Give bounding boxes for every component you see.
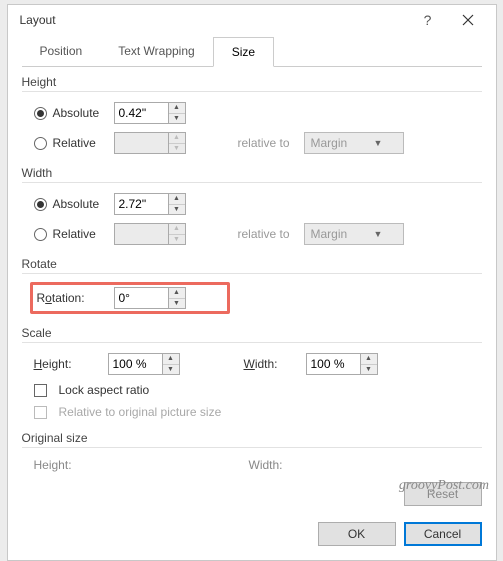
scale-group-title: Scale <box>22 326 482 343</box>
scale-height-label: Height: <box>34 357 102 371</box>
original-size-title: Original size <box>22 431 482 448</box>
rotation-input[interactable] <box>114 287 168 309</box>
chevron-down-icon: ▼ <box>169 144 185 154</box>
titlebar: Layout ? <box>8 5 496 35</box>
height-absolute-spinner[interactable]: ▲▼ <box>114 102 186 124</box>
tab-position[interactable]: Position <box>22 37 101 66</box>
chevron-up-icon: ▲ <box>169 224 185 235</box>
chevron-down-icon: ▼ <box>354 229 403 239</box>
width-group: Width Absolute ▲▼ Relative ▲▼ relative t… <box>22 166 482 251</box>
width-absolute-input[interactable] <box>114 193 168 215</box>
original-width-label: Width: <box>249 458 283 472</box>
rotation-spinner[interactable]: ▲▼ <box>114 287 186 309</box>
chevron-up-icon[interactable]: ▲ <box>169 288 185 299</box>
chevron-up-icon[interactable]: ▲ <box>169 103 185 114</box>
chevron-down-icon[interactable]: ▼ <box>169 114 185 124</box>
height-absolute-input[interactable] <box>114 102 168 124</box>
chevron-up-icon[interactable]: ▲ <box>169 194 185 205</box>
spinner-buttons[interactable]: ▲▼ <box>162 353 180 375</box>
lock-aspect-label: Lock aspect ratio <box>59 383 150 397</box>
dialog-footer: OK Cancel <box>22 512 482 546</box>
width-absolute-radio[interactable] <box>34 198 47 211</box>
spinner-buttons[interactable]: ▲▼ <box>168 102 186 124</box>
height-group-title: Height <box>22 75 482 92</box>
chevron-down-icon[interactable]: ▼ <box>163 365 179 375</box>
height-absolute-radio[interactable] <box>34 107 47 120</box>
scale-width-input[interactable] <box>306 353 360 375</box>
width-group-title: Width <box>22 166 482 183</box>
chevron-up-icon: ▲ <box>169 133 185 144</box>
scale-height-input[interactable] <box>108 353 162 375</box>
close-button[interactable] <box>448 6 488 34</box>
help-button[interactable]: ? <box>408 6 448 34</box>
scale-height-spinner[interactable]: ▲▼ <box>108 353 180 375</box>
spinner-buttons[interactable]: ▲▼ <box>360 353 378 375</box>
height-relative-label: Relative <box>53 136 108 150</box>
width-relative-label: Relative <box>53 227 108 241</box>
relative-original-checkbox <box>34 406 47 419</box>
height-group: Height Absolute ▲▼ Relative ▲▼ relative … <box>22 75 482 160</box>
height-relative-to-combo: Margin ▼ <box>304 132 404 154</box>
width-absolute-label: Absolute <box>53 197 108 211</box>
spinner-buttons: ▲▼ <box>168 132 186 154</box>
chevron-down-icon[interactable]: ▼ <box>169 299 185 309</box>
tab-size[interactable]: Size <box>213 37 274 67</box>
original-height-label: Height: <box>34 458 249 472</box>
width-relative-to-label: relative to <box>238 227 298 241</box>
chevron-down-icon[interactable]: ▼ <box>361 365 377 375</box>
width-relative-input <box>114 223 168 245</box>
chevron-up-icon[interactable]: ▲ <box>361 354 377 365</box>
chevron-down-icon[interactable]: ▼ <box>169 205 185 215</box>
height-relative-to-value: Margin <box>305 136 354 150</box>
relative-original-label: Relative to original picture size <box>59 405 222 419</box>
chevron-down-icon: ▼ <box>354 138 403 148</box>
height-absolute-label: Absolute <box>53 106 108 120</box>
width-relative-to-value: Margin <box>305 227 354 241</box>
scale-width-spinner[interactable]: ▲▼ <box>306 353 378 375</box>
tab-text-wrapping[interactable]: Text Wrapping <box>100 37 212 66</box>
chevron-down-icon: ▼ <box>169 235 185 245</box>
height-relative-radio[interactable] <box>34 137 47 150</box>
close-icon <box>462 14 474 26</box>
scale-width-label: Width: <box>244 357 300 371</box>
tabstrip: Position Text Wrapping Size <box>22 37 482 67</box>
rotation-label: Rotation: <box>37 291 114 306</box>
chevron-up-icon[interactable]: ▲ <box>163 354 179 365</box>
spinner-buttons: ▲▼ <box>168 223 186 245</box>
cancel-button[interactable]: Cancel <box>404 522 482 546</box>
width-absolute-spinner[interactable]: ▲▼ <box>114 193 186 215</box>
height-relative-to-label: relative to <box>238 136 298 150</box>
ok-button[interactable]: OK <box>318 522 396 546</box>
scale-group: Scale Height: ▲▼ Width: ▲▼ Lock aspect r… <box>22 326 482 425</box>
width-relative-to-combo: Margin ▼ <box>304 223 404 245</box>
rotate-group: Rotate Rotation: ▲▼ <box>22 257 482 320</box>
width-relative-radio[interactable] <box>34 228 47 241</box>
rotation-highlight: Rotation: ▲▼ <box>30 282 230 314</box>
width-relative-spinner: ▲▼ <box>114 223 186 245</box>
lock-aspect-checkbox[interactable] <box>34 384 47 397</box>
height-relative-input <box>114 132 168 154</box>
watermark: groovyPost.com <box>399 478 489 494</box>
height-relative-spinner: ▲▼ <box>114 132 186 154</box>
window-title: Layout <box>16 13 408 27</box>
rotate-group-title: Rotate <box>22 257 482 274</box>
spinner-buttons[interactable]: ▲▼ <box>168 287 186 309</box>
original-size-group: Original size Height: Width: Reset <box>22 431 482 506</box>
spinner-buttons[interactable]: ▲▼ <box>168 193 186 215</box>
